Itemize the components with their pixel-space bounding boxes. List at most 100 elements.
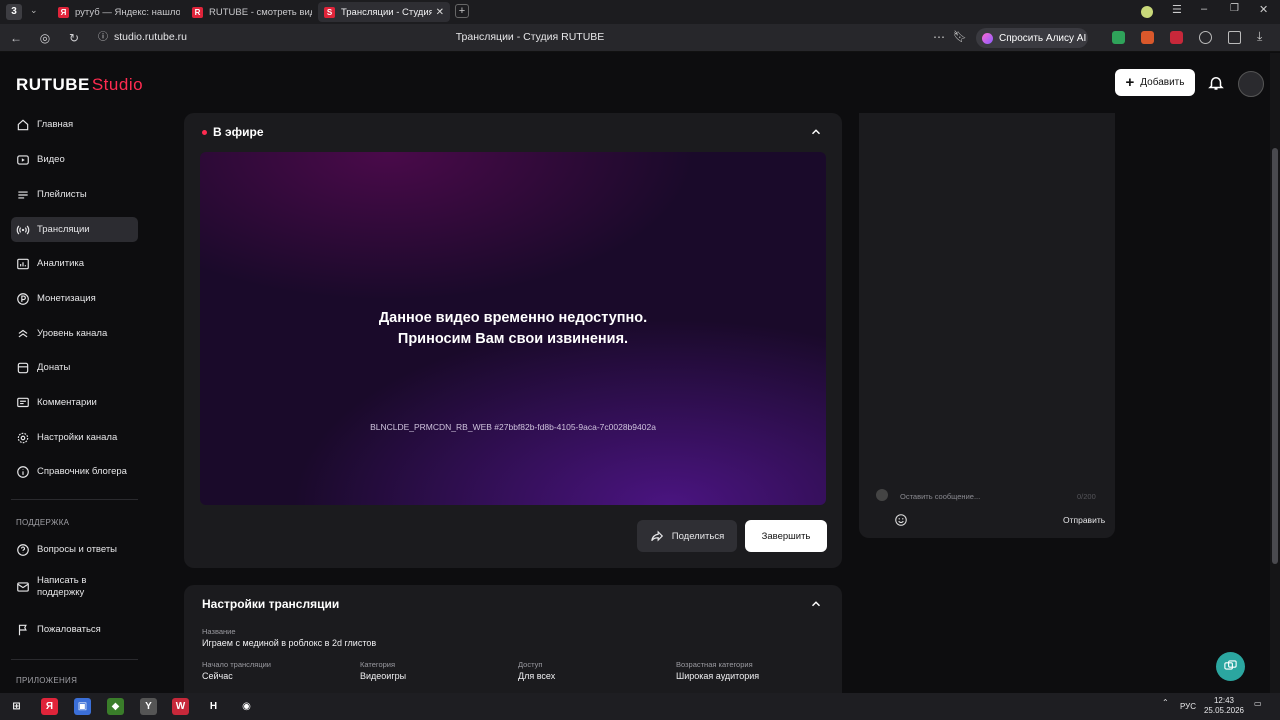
add-button[interactable]: + Добавить	[1115, 69, 1195, 96]
ask-alice-button[interactable]: Спросить Алису AI	[976, 28, 1088, 48]
analytics-icon	[17, 258, 29, 269]
access-label: Доступ	[518, 660, 543, 669]
sidebar-item-broadcast[interactable]: Трансляции	[11, 217, 138, 242]
bell-icon[interactable]	[1207, 74, 1225, 92]
sidebar-support-mail[interactable]: Написать в поддержку	[11, 571, 138, 603]
info-icon	[17, 465, 29, 478]
studio-app: RUTUBE Studio + Добавить Главная Видео Плей…	[0, 53, 1270, 705]
minimize-icon[interactable]: –	[1201, 3, 1207, 15]
start-label: Начало трансляции	[202, 660, 271, 669]
home-icon	[17, 119, 29, 130]
sidebar-item-playlist[interactable]: Плейлисты	[11, 182, 138, 207]
obs-icon[interactable]: ◉	[238, 698, 255, 715]
bookmark-icon[interactable]: 🔖︎	[953, 30, 967, 43]
tray-chevron-icon[interactable]: ⌃	[1162, 698, 1169, 707]
age-label: Возрастная категория	[676, 660, 753, 669]
chat-avatar	[876, 489, 888, 501]
yandex-icon: Я	[58, 6, 69, 18]
live-card: В эфире Данное видео временно недоступно…	[184, 113, 842, 568]
sidebar-item-analytics[interactable]: Аналитика	[11, 251, 138, 276]
support-section-label: ПОДДЕРЖКА	[16, 518, 70, 527]
rutube-studio-logo[interactable]: RUTUBE Studio	[16, 75, 143, 95]
app-icon-blue[interactable]: ▣	[74, 698, 91, 715]
name-label: Название	[202, 627, 236, 636]
taskbar: ⊞ Я ▣ ◆ Y W H ◉ ⌃ РУС 12:43 25.05.2026 ▭	[0, 693, 1280, 720]
category-value: Видеоигры	[360, 671, 407, 681]
menu-icon[interactable]: ☰	[1172, 3, 1182, 16]
language-indicator[interactable]: РУС	[1180, 702, 1196, 711]
name-value: Играем с мединой в роблокс в 2d глистов	[202, 638, 377, 648]
monetization-icon	[17, 292, 29, 305]
playlist-icon	[18, 191, 28, 198]
video-player[interactable]: Данное видео временно недоступно. Принос…	[200, 152, 826, 505]
browser-tab-bar: 3 ⌄ Я рутуб — Яндекс: нашлось R RUTUBE -…	[0, 0, 1280, 24]
broadcast-icon	[16, 225, 30, 234]
level-icon	[18, 329, 28, 337]
sidebar-support-question[interactable]: Вопросы и ответы	[11, 537, 138, 562]
globe-icon[interactable]	[1199, 31, 1212, 44]
video-error-code: BLNCLDE_PRMCDN_RB_WEB #27bbf82b-fd8b-410…	[370, 422, 656, 432]
close-window-icon[interactable]: ✕	[1259, 3, 1268, 16]
tab-rutube-studio[interactable]: S Трансляции - Студия RUTUBE ✕	[318, 2, 450, 22]
sidebar-item-gear[interactable]: Настройки канала	[11, 425, 138, 450]
help-chat-button[interactable]	[1216, 652, 1245, 681]
category-label: Категория	[360, 660, 396, 669]
chevron-up-icon[interactable]	[809, 125, 823, 139]
extension-icon-2[interactable]	[1141, 31, 1154, 44]
live-indicator-icon	[202, 129, 207, 135]
sidebar-support-flag[interactable]: Пожаловаться	[11, 617, 138, 642]
windows-start-icon[interactable]: ⊞	[8, 698, 25, 715]
emoji-icon[interactable]	[894, 513, 908, 527]
page-title-bar: Трансляции - Студия RUTUBE	[455, 31, 605, 43]
donate-icon	[17, 362, 29, 373]
chat-char-counter: 0/200	[1077, 492, 1096, 501]
send-button[interactable]: Отправить	[1063, 515, 1105, 525]
clock[interactable]: 12:43 25.05.2026	[1202, 696, 1246, 716]
rutube-icon: R	[192, 6, 203, 18]
sidebar-item-video[interactable]: Видео	[11, 147, 138, 172]
nvidia-icon[interactable]: ◆	[107, 698, 124, 715]
maximize-icon[interactable]: ❐	[1230, 3, 1239, 14]
apps-section-label: ПРИЛОЖЕНИЯ	[16, 676, 78, 685]
sidebar-item-donate[interactable]: Донаты	[11, 355, 138, 380]
extension-icon-1[interactable]	[1112, 31, 1125, 44]
settings-title: Настройки трансляции	[202, 597, 340, 611]
age-value: Широкая аудитория	[676, 671, 760, 681]
video-error-message: Данное видео временно недоступно. Принос…	[378, 310, 648, 347]
app-icon-h[interactable]: H	[205, 698, 222, 715]
broadcast-settings-card: Настройки трансляции Название Играем с м…	[184, 585, 842, 705]
browser-menu-icon[interactable]: 3	[6, 4, 22, 20]
question-icon	[17, 543, 29, 556]
avatar[interactable]	[1238, 71, 1264, 97]
close-tab-icon[interactable]: ✕	[436, 7, 444, 18]
tab-yandex-search[interactable]: Я рутуб — Яндекс: нашлось	[52, 2, 180, 22]
extension-icon-3[interactable]	[1170, 31, 1183, 44]
alice-icon	[982, 32, 993, 44]
new-tab-icon[interactable]: +	[455, 4, 469, 18]
sidebar-item-home[interactable]: Главная	[11, 112, 138, 137]
sidebar-item-comments[interactable]: Комментарии	[11, 390, 138, 415]
tab-rutube[interactable]: R RUTUBE - смотреть видео	[186, 2, 312, 22]
finish-button[interactable]: Завершить	[745, 520, 827, 552]
sidebar-divider	[11, 659, 138, 660]
more-icon[interactable]: ⋯	[933, 30, 945, 44]
chat-panel: Оставить сообщение... 0/200 Отправить	[859, 113, 1115, 538]
chat-message-input[interactable]: Оставить сообщение...	[900, 492, 980, 501]
yandex-browser-icon[interactable]: Y	[140, 698, 157, 715]
sidebar-item-level[interactable]: Уровень канала	[11, 321, 138, 346]
share-icon	[650, 530, 663, 542]
share-button[interactable]: Поделиться	[637, 520, 737, 552]
download-icon[interactable]: ⤓	[1257, 29, 1262, 44]
sidebar-item-info[interactable]: Справочник блогера	[11, 459, 138, 484]
collections-icon[interactable]	[1228, 31, 1241, 44]
yandex-icon[interactable]: Я	[41, 698, 58, 715]
scrollbar-thumb[interactable]	[1272, 148, 1278, 564]
profile-status-icon[interactable]	[1141, 6, 1153, 18]
app-icon-red[interactable]: W	[172, 698, 189, 715]
live-title: В эфире	[202, 125, 264, 139]
flag-icon	[18, 624, 27, 635]
chevron-up-icon[interactable]	[809, 597, 823, 611]
tabs-dropdown-icon[interactable]: ⌄	[30, 5, 42, 19]
notifications-icon[interactable]: ▭	[1254, 699, 1262, 708]
sidebar-item-monetization[interactable]: Монетизация	[11, 286, 138, 311]
